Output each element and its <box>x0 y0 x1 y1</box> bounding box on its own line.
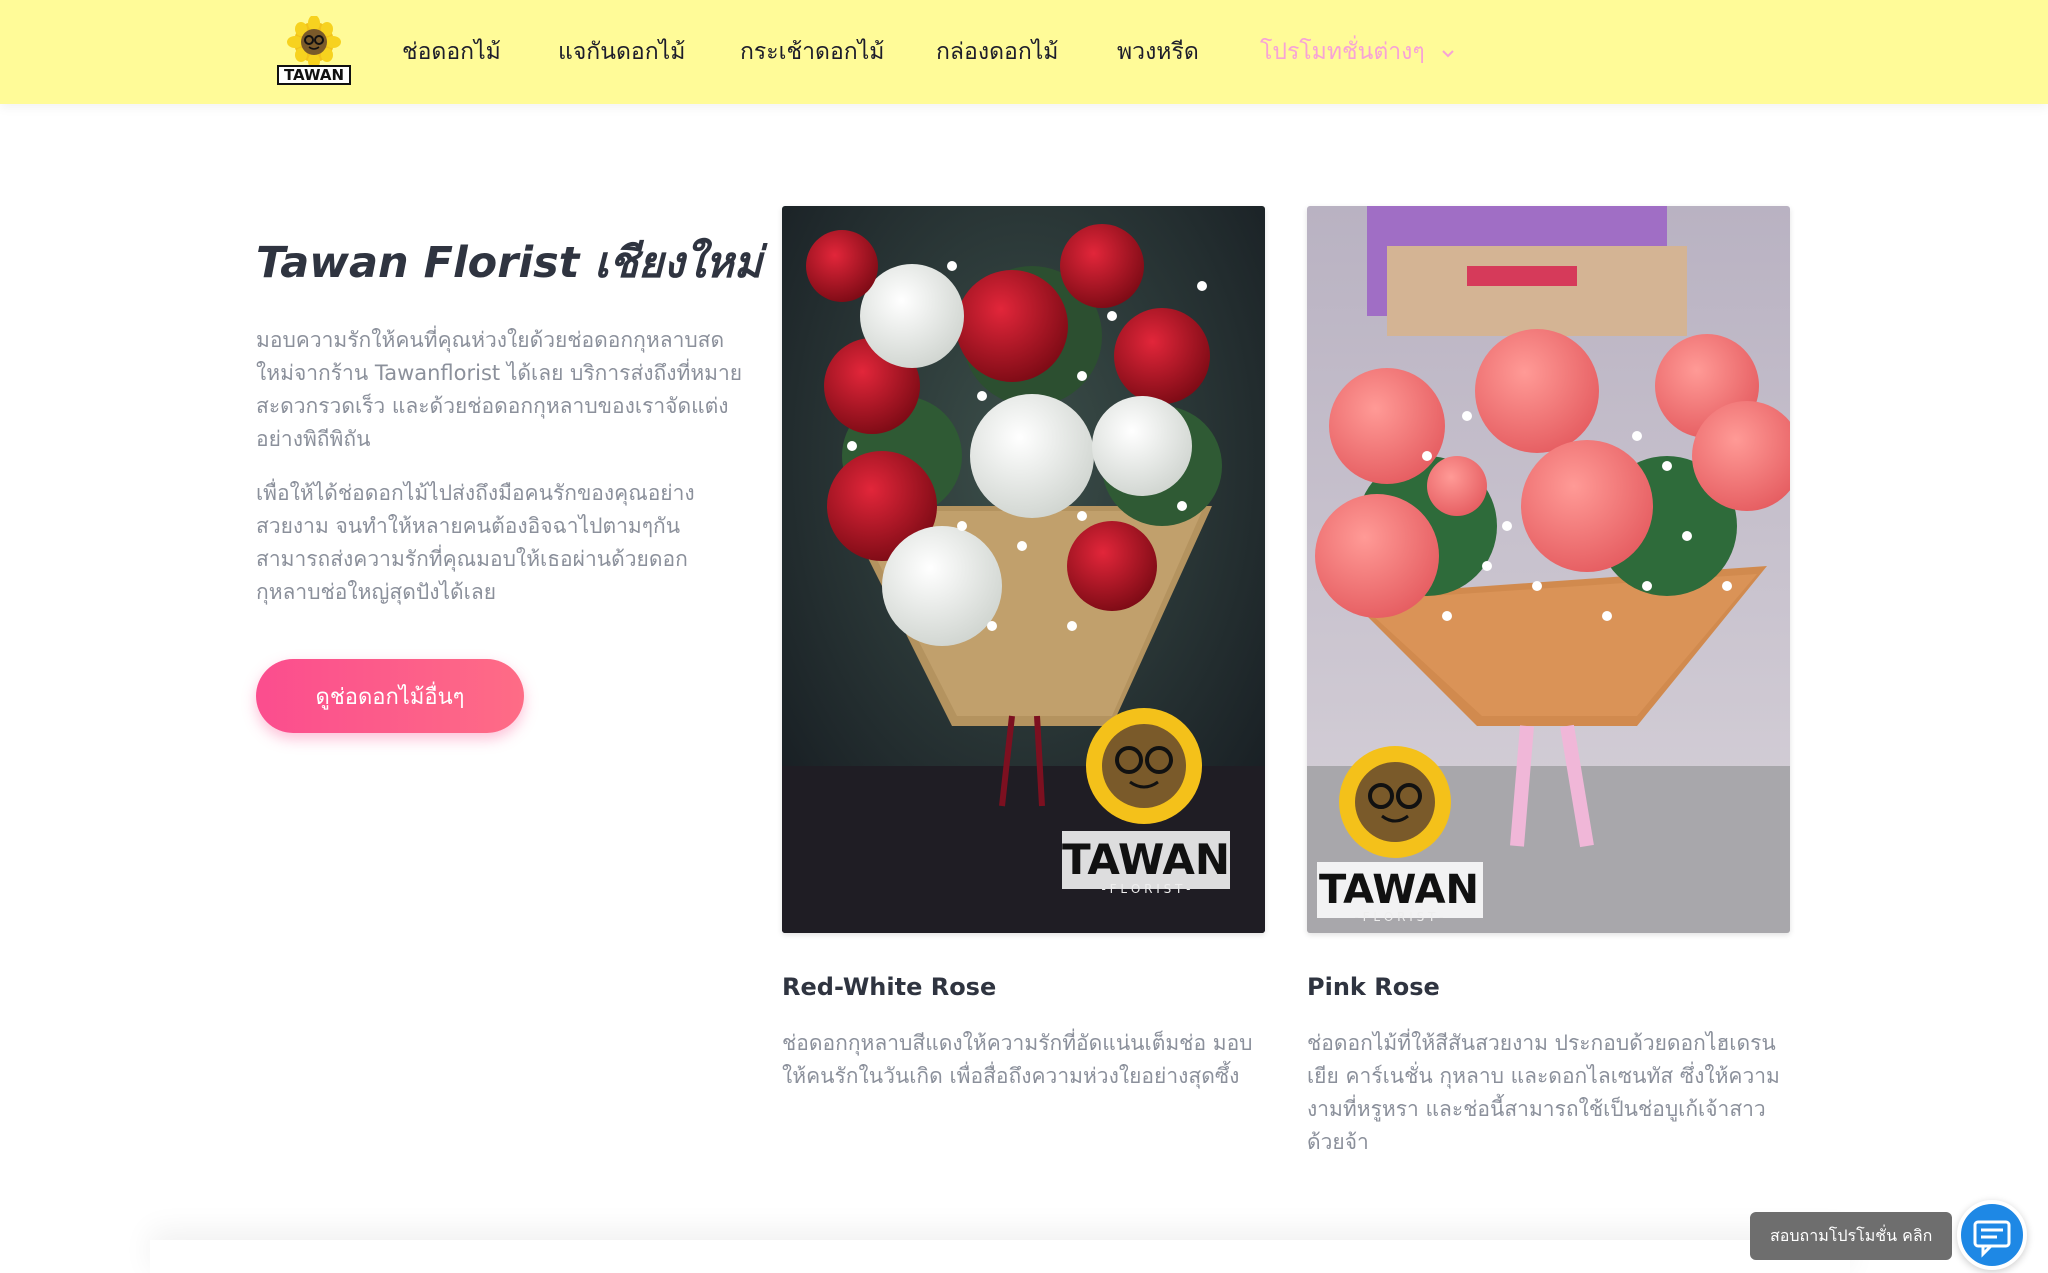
chat-button[interactable] <box>1957 1200 2027 1270</box>
chevron-down-icon <box>1442 49 1454 57</box>
nav-item-promotions[interactable]: โปรโมทชั่นต่างๆ <box>1260 36 1456 68</box>
product-description: ช่อดอกไม้ที่ให้สีสันสวยงาม ประกอบด้วยดอก… <box>1307 1031 1780 1154</box>
hero-paragraph-1: มอบความรักให้คนที่คุณห่วงใยด้วยช่อดอกกุห… <box>256 328 743 451</box>
nav-item-boxes[interactable]: กล่องดอกไม้ <box>936 36 1058 68</box>
nav-item-vases[interactable]: แจกันดอกไม้ <box>558 36 685 68</box>
product-card-pink-rose[interactable]: TAWAN - F L O R I S T - Pink Rose ช่อดอก… <box>1307 206 1790 1159</box>
watermark-text: TAWAN <box>1062 835 1230 884</box>
logo-wordmark: TAWAN <box>284 66 344 84</box>
sunflower-logo-icon: TAWAN <box>277 15 351 85</box>
product-card-red-white-rose[interactable]: TAWAN - F L O R I S T - Red-White Rose ช… <box>782 206 1265 1093</box>
site-header: TAWAN ช่อดอกไม้ แจกันดอกไม้ กระเช้าดอกไม… <box>0 0 2048 104</box>
section-divider-shadow <box>150 1240 1850 1273</box>
watermark-text: TAWAN <box>1319 867 1479 913</box>
watermark-subtext: - F L O R I S T - <box>1101 882 1190 896</box>
product-title: Pink Rose <box>1307 973 1440 1001</box>
red-white-bouquet-image: TAWAN - F L O R I S T - <box>782 206 1265 933</box>
product-title: Red-White Rose <box>782 973 997 1001</box>
chat-icon <box>1973 1220 2011 1258</box>
pink-rose-bouquet-image: TAWAN - F L O R I S T - <box>1307 206 1790 933</box>
chat-tooltip[interactable]: สอบถามโปรโมชั่น คลิก <box>1750 1212 1953 1260</box>
hero-paragraph-2: เพื่อให้ได้ช่อดอกไม้ไปส่งถึงมือคนรักของค… <box>256 481 695 604</box>
nav-item-promotions-label: โปรโมทชั่นต่างๆ <box>1260 39 1425 65</box>
product-photo-red-white-rose: TAWAN - F L O R I S T - <box>782 206 1265 933</box>
nav-item-wreaths[interactable]: พวงหรีด <box>1117 36 1199 68</box>
watermark-subtext: - F L O R I S T - <box>1354 910 1443 924</box>
nav-item-bouquets[interactable]: ช่อดอกไม้ <box>402 36 501 68</box>
view-more-bouquets-button[interactable]: ดูช่อดอกไม้อื่นๆ <box>256 659 524 733</box>
product-description: ช่อดอกกุหลาบสีแดงให้ความรักที่อัดแน่นเต็… <box>782 1031 1253 1088</box>
brand-logo[interactable]: TAWAN <box>276 15 352 88</box>
hero-title: Tawan Florist เชียงใหม่ <box>256 238 763 288</box>
product-photo-pink-rose: TAWAN - F L O R I S T - <box>1307 206 1790 933</box>
nav-item-baskets[interactable]: กระเช้าดอกไม้ <box>740 36 884 68</box>
